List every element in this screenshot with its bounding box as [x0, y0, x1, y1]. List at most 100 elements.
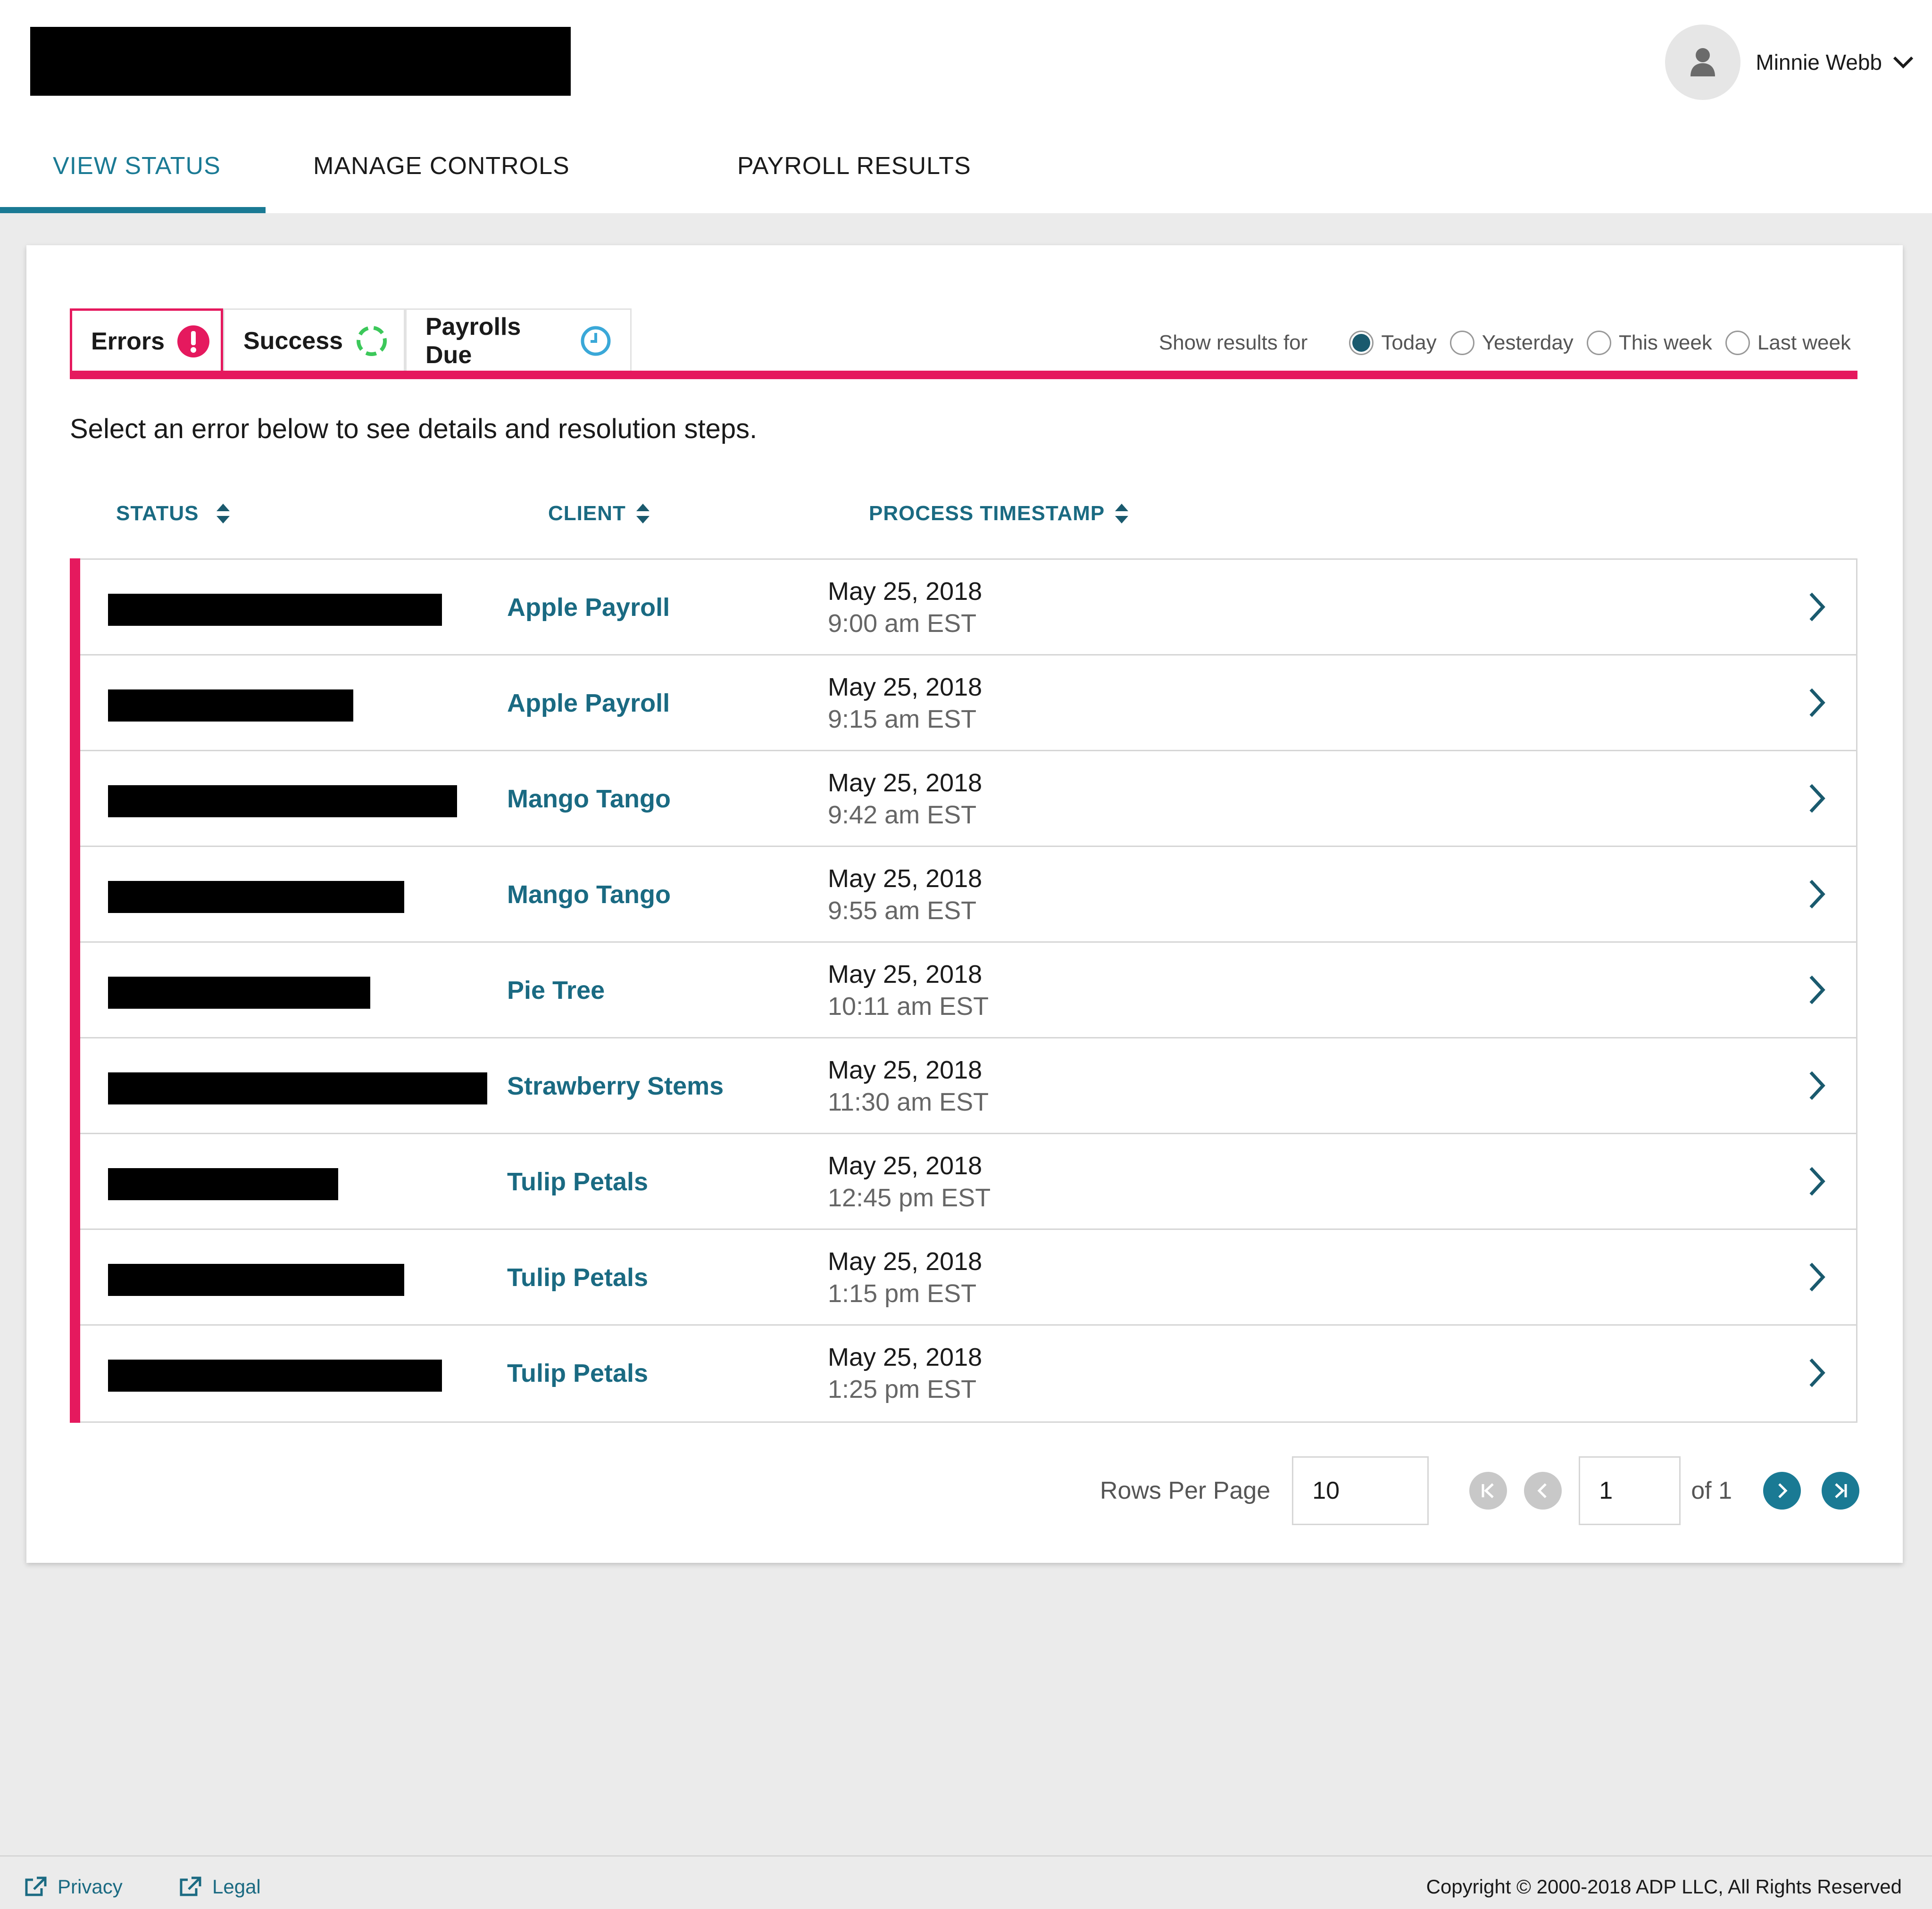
- table-row[interactable]: Apple Payroll May 25, 2018 9:00 am EST: [70, 558, 1856, 656]
- instruction-text: Select an error below to see details and…: [70, 414, 758, 444]
- process-time: 9:42 am EST: [828, 801, 977, 829]
- table-row[interactable]: Mango Tango May 25, 2018 9:42 am EST: [70, 750, 1856, 847]
- radio-yesterday-label: Yesterday: [1482, 331, 1574, 354]
- privacy-link[interactable]: Privacy: [24, 1876, 123, 1898]
- table-row[interactable]: Tulip Petals May 25, 2018 12:45 pm EST: [70, 1133, 1856, 1230]
- process-date: May 25, 2018: [828, 577, 983, 606]
- last-page-icon[interactable]: [1822, 1472, 1859, 1510]
- error-indicator: [70, 1037, 80, 1134]
- client-name[interactable]: Strawberry Stems: [507, 1071, 724, 1101]
- error-indicator: [70, 1133, 80, 1230]
- chevron-right-icon[interactable]: [1808, 782, 1827, 814]
- next-page-icon[interactable]: [1763, 1472, 1801, 1510]
- client-name[interactable]: Pie Tree: [507, 976, 605, 1005]
- subtab-errors[interactable]: Errors: [70, 308, 223, 372]
- column-client[interactable]: CLIENT: [548, 502, 650, 525]
- subtab-success-label: Success: [243, 327, 343, 355]
- error-indicator: [70, 1324, 80, 1423]
- radio-last-week[interactable]: Last week: [1725, 331, 1851, 355]
- status-card: Errors Success Payrolls Due Show results…: [26, 245, 1903, 1563]
- chevron-right-icon[interactable]: [1808, 591, 1827, 623]
- exclamation-icon: [177, 325, 210, 358]
- chevron-right-icon[interactable]: [1808, 1261, 1827, 1293]
- date-filter: Show results for Today Yesterday This we…: [1159, 322, 1851, 364]
- client-name[interactable]: Mango Tango: [507, 880, 671, 909]
- client-name[interactable]: Apple Payroll: [507, 593, 670, 622]
- client-name[interactable]: Tulip Petals: [507, 1167, 648, 1196]
- column-timestamp-label: PROCESS TIMESTAMP: [869, 502, 1105, 525]
- chevron-right-icon[interactable]: [1808, 878, 1827, 910]
- chevron-right-icon[interactable]: [1808, 1070, 1827, 1102]
- tab-manage-controls-label: MANAGE CONTROLS: [313, 152, 570, 180]
- sort-icon[interactable]: [635, 503, 650, 524]
- error-table: Apple Payroll May 25, 2018 9:00 am EST A…: [70, 558, 1857, 1423]
- chevron-right-icon[interactable]: [1808, 1165, 1827, 1197]
- legal-link[interactable]: Legal: [178, 1876, 261, 1898]
- first-page-icon[interactable]: [1469, 1472, 1507, 1510]
- process-date: May 25, 2018: [828, 1343, 983, 1371]
- clock-icon: [580, 325, 611, 357]
- radio-button[interactable]: [1725, 331, 1750, 355]
- chevron-right-icon[interactable]: [1808, 1357, 1827, 1389]
- client-name[interactable]: Tulip Petals: [507, 1359, 648, 1388]
- table-row[interactable]: Pie Tree May 25, 2018 10:11 am EST: [70, 941, 1856, 1038]
- tab-divider: [70, 371, 1857, 379]
- client-name[interactable]: Mango Tango: [507, 784, 671, 813]
- client-name[interactable]: Apple Payroll: [507, 689, 670, 718]
- table-row[interactable]: Strawberry Stems May 25, 2018 11:30 am E…: [70, 1037, 1856, 1134]
- result-tabs: Errors Success Payrolls Due: [70, 308, 632, 372]
- user-menu[interactable]: Minnie Webb: [1665, 25, 1914, 100]
- chevron-right-icon[interactable]: [1808, 687, 1827, 719]
- radio-button[interactable]: [1349, 331, 1374, 355]
- filter-label: Show results for: [1158, 331, 1308, 354]
- legal-link-label[interactable]: Legal: [212, 1876, 261, 1898]
- subtab-payrolls-due[interactable]: Payrolls Due: [405, 308, 632, 372]
- column-status-label: STATUS: [116, 502, 199, 525]
- status-redacted: [108, 594, 442, 626]
- radio-today[interactable]: Today: [1349, 331, 1437, 355]
- process-date: May 25, 2018: [828, 769, 983, 797]
- table-row[interactable]: Apple Payroll May 25, 2018 9:15 am EST: [70, 654, 1856, 751]
- radio-today-label: Today: [1381, 331, 1437, 354]
- tab-payroll-results-label: PAYROLL RESULTS: [737, 152, 971, 180]
- process-time: 1:25 pm EST: [828, 1375, 977, 1403]
- process-date: May 25, 2018: [828, 673, 983, 701]
- error-indicator: [70, 1228, 80, 1326]
- table-row[interactable]: Tulip Petals May 25, 2018 1:25 pm EST: [70, 1324, 1856, 1423]
- error-indicator: [70, 846, 80, 943]
- avatar[interactable]: [1665, 25, 1741, 100]
- privacy-link-label[interactable]: Privacy: [58, 1876, 123, 1898]
- table-header: STATUS CLIENT PROCESS TIMESTAMP: [70, 490, 1857, 538]
- error-indicator: [70, 750, 80, 847]
- radio-yesterday[interactable]: Yesterday: [1449, 331, 1574, 355]
- tab-view-status[interactable]: VIEW STATUS: [0, 132, 266, 213]
- copyright-text: Copyright © 2000-2018 ADP LLC, All Right…: [1426, 1876, 1902, 1898]
- table-row[interactable]: Tulip Petals May 25, 2018 1:15 pm EST: [70, 1228, 1856, 1326]
- process-time: 1:15 pm EST: [828, 1279, 977, 1308]
- column-timestamp[interactable]: PROCESS TIMESTAMP: [869, 502, 1129, 525]
- table-row[interactable]: Mango Tango May 25, 2018 9:55 am EST: [70, 846, 1856, 943]
- sort-icon[interactable]: [1114, 503, 1129, 524]
- radio-button[interactable]: [1449, 331, 1474, 355]
- radio-button[interactable]: [1586, 331, 1611, 355]
- user-name[interactable]: Minnie Webb: [1756, 50, 1882, 75]
- process-time: 12:45 pm EST: [828, 1184, 991, 1212]
- page-number-input[interactable]: 1: [1579, 1456, 1681, 1525]
- tab-payroll-results[interactable]: PAYROLL RESULTS: [737, 132, 1067, 213]
- column-status[interactable]: STATUS: [116, 502, 231, 525]
- chevron-down-icon[interactable]: [1892, 55, 1914, 69]
- radio-this-week[interactable]: This week: [1586, 331, 1712, 355]
- client-name[interactable]: Tulip Petals: [507, 1263, 648, 1292]
- app-header: Minnie Webb VIEW STATUS MANAGE CONTROLS …: [0, 0, 1932, 213]
- tab-manage-controls[interactable]: MANAGE CONTROLS: [266, 132, 737, 213]
- prev-page-icon[interactable]: [1524, 1472, 1562, 1510]
- radio-this-week-label: This week: [1618, 331, 1712, 354]
- status-redacted: [108, 1264, 404, 1296]
- subtab-success[interactable]: Success: [223, 308, 405, 372]
- external-link-icon: [24, 1876, 47, 1898]
- sort-icon[interactable]: [216, 503, 231, 524]
- rows-per-page-value: 10: [1312, 1477, 1340, 1504]
- status-redacted: [108, 1360, 442, 1392]
- chevron-right-icon[interactable]: [1808, 974, 1827, 1006]
- rows-per-page-input[interactable]: 10: [1292, 1456, 1429, 1525]
